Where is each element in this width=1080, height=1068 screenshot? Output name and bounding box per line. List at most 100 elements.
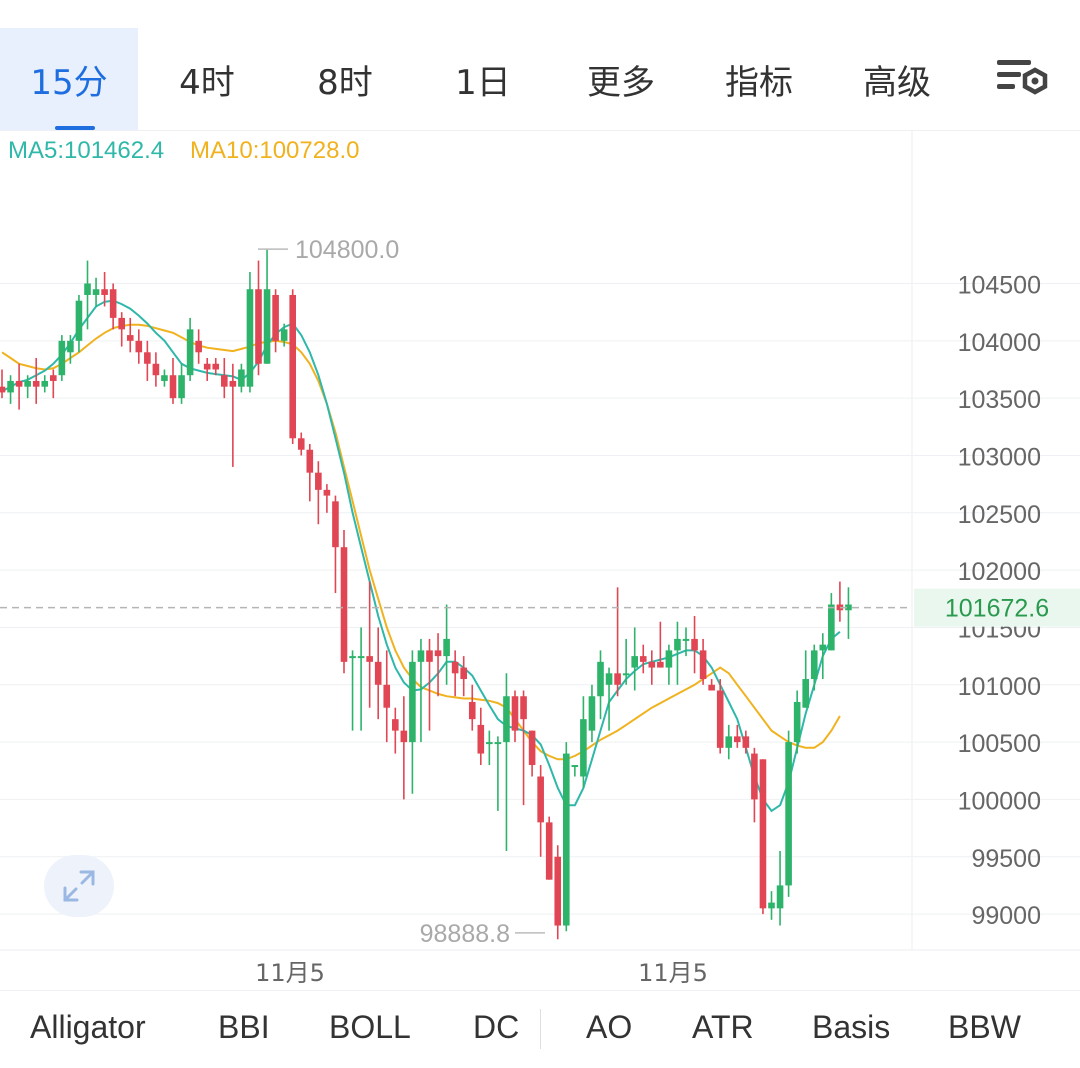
y-tick-label: 101000 <box>958 673 1041 701</box>
candle-body <box>186 329 194 376</box>
candle-body <box>58 340 66 376</box>
candle-body <box>657 661 664 668</box>
tab-indicators[interactable]: 指标 <box>690 28 828 130</box>
candle-body <box>742 736 750 748</box>
indicator-tab-bbi[interactable]: BBI <box>218 1009 270 1046</box>
tab-1d[interactable]: 1日 <box>414 28 552 130</box>
indicator-tab-divider <box>540 1009 541 1049</box>
candle-body <box>238 369 245 387</box>
candle-body <box>580 719 587 777</box>
candle-body <box>349 656 356 659</box>
indicator-tab-atr[interactable]: ATR <box>692 1009 754 1046</box>
candle-body <box>759 759 767 909</box>
candle-body <box>323 489 331 496</box>
candle-body <box>674 638 681 651</box>
candle-body <box>212 363 220 370</box>
candle-body <box>734 736 741 743</box>
tab-15min[interactable]: 15分 <box>0 28 138 130</box>
candle-body <box>528 730 536 766</box>
candle-body <box>443 638 450 657</box>
candle-body <box>477 724 485 754</box>
tab-8h-label: 8时 <box>317 62 373 103</box>
chart-grid: 1045001040001035001030001025001020001015… <box>0 130 1080 987</box>
tab-8h[interactable]: 8时 <box>276 28 414 130</box>
candle-body <box>92 289 100 295</box>
candle-body <box>332 501 339 548</box>
tab-15min-label: 15分 <box>30 62 108 103</box>
candle-body <box>588 696 596 731</box>
candle-body <box>648 661 656 668</box>
candle-body <box>272 294 279 341</box>
candle-body <box>537 776 544 823</box>
candle-body <box>665 650 673 668</box>
candle-body <box>400 730 408 743</box>
tab-more[interactable]: 更多 <box>552 28 690 130</box>
candle-body <box>340 547 348 662</box>
y-tick-label: 100500 <box>958 730 1041 758</box>
timeframe-tab-bar: 15分 4时 8时 1日 更多 指标 高级 <box>0 0 1080 131</box>
candle-body <box>246 289 254 387</box>
candle-body <box>828 604 835 651</box>
indicator-tab-basis[interactable]: Basis <box>812 1009 890 1046</box>
indicator-tab-ao[interactable]: AO <box>586 1009 632 1046</box>
chart-settings-icon[interactable] <box>995 58 1049 100</box>
candle-body <box>434 650 442 657</box>
indicator-tab-bbw[interactable]: BBW <box>948 1009 1021 1046</box>
candlestick-chart[interactable]: 1045001040001035001030001025001020001015… <box>0 130 1080 990</box>
ma10-legend: MA10:100728.0 <box>190 137 359 164</box>
candle-body <box>622 673 630 676</box>
candle-body <box>708 684 715 691</box>
candle-body <box>67 340 74 353</box>
candle-body <box>101 289 108 295</box>
candle-body <box>691 638 698 651</box>
candle-body <box>75 300 83 341</box>
candle-body <box>563 753 570 926</box>
candle-body <box>306 449 314 473</box>
y-tick-label: 100000 <box>958 787 1041 815</box>
y-tick-label: 102000 <box>958 558 1041 586</box>
candle-body <box>819 644 827 651</box>
y-tick-label: 102500 <box>958 501 1041 529</box>
candle-body <box>263 289 271 364</box>
candle-body <box>511 696 519 731</box>
candle-body <box>229 380 237 387</box>
candle-body <box>50 375 57 381</box>
expand-chart-button[interactable] <box>44 855 114 917</box>
candle-body <box>614 673 621 685</box>
indicator-tab-alligator[interactable]: Alligator <box>30 1009 146 1046</box>
candle-body <box>725 736 733 748</box>
candle-body <box>135 340 143 353</box>
tab-advanced-label: 高级 <box>863 62 931 103</box>
candle-body <box>32 380 40 387</box>
candle-body <box>280 329 288 341</box>
current-price-label: 101672.6 <box>945 595 1049 623</box>
tab-advanced[interactable]: 高级 <box>828 28 966 130</box>
candle-body <box>597 661 604 697</box>
candle-body <box>793 701 801 743</box>
candle-body <box>374 661 382 685</box>
tab-4h-label: 4时 <box>179 62 235 103</box>
candle-body <box>682 638 690 641</box>
candle-body <box>383 684 391 708</box>
ma5-legend: MA5:101462.4 <box>8 137 164 164</box>
candle-body <box>545 822 553 880</box>
candle-body <box>503 696 510 743</box>
candle-body <box>0 386 6 393</box>
candle-body <box>802 679 809 708</box>
x-tick-label: 11月5 <box>638 959 708 987</box>
y-tick-label: 103000 <box>958 443 1041 471</box>
tab-4h[interactable]: 4时 <box>138 28 276 130</box>
indicator-tab-boll[interactable]: BOLL <box>329 1009 411 1046</box>
candle-body <box>716 690 724 748</box>
candle-body <box>24 380 31 387</box>
candle-body <box>631 656 638 668</box>
candle-body <box>195 340 202 353</box>
candle-body <box>451 661 459 674</box>
y-tick-label: 104500 <box>958 272 1041 300</box>
y-tick-label: 103500 <box>958 386 1041 414</box>
indicator-tab-dc[interactable]: DC <box>473 1009 519 1046</box>
candle-body <box>468 701 476 720</box>
candle-body <box>15 380 23 387</box>
candle-body <box>109 289 117 318</box>
candle-body <box>426 650 433 662</box>
